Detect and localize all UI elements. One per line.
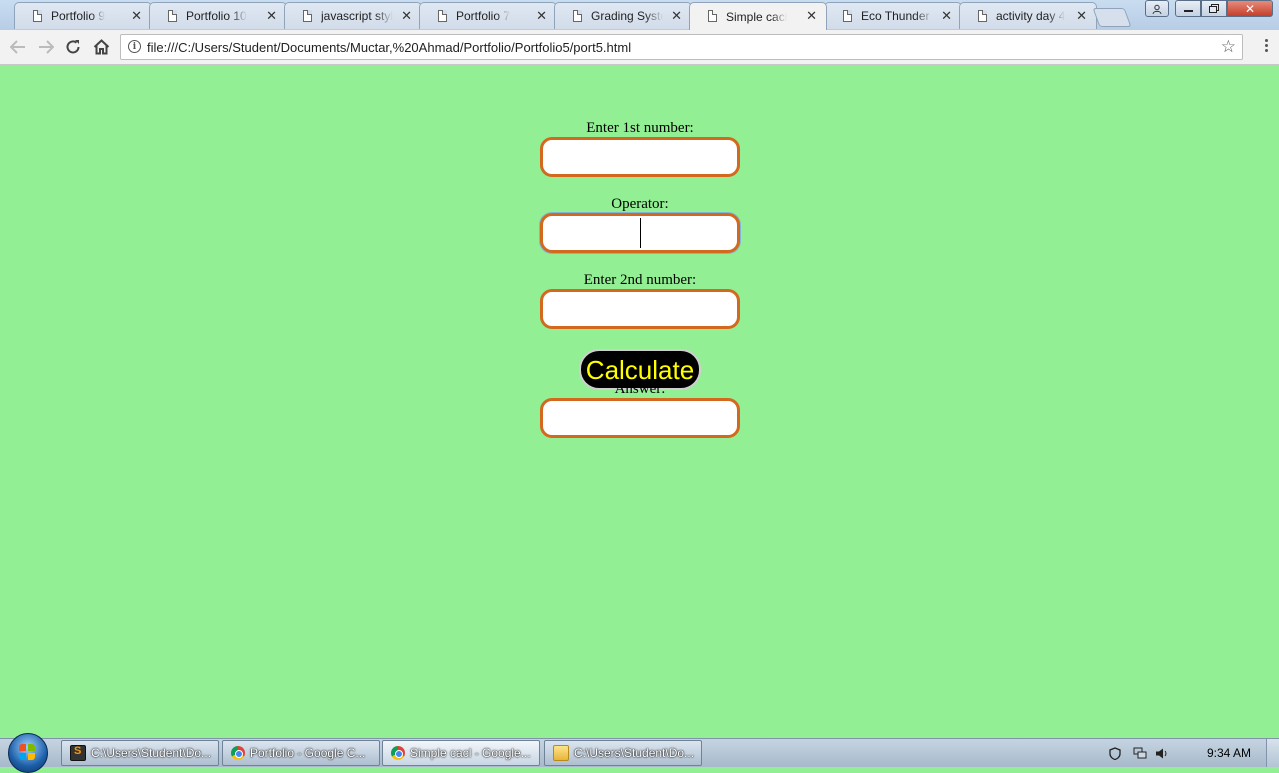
page-icon bbox=[978, 10, 987, 22]
taskbar-item-label: C:\Users\Student\Do... bbox=[91, 746, 212, 760]
page-content: Enter 1st number: Operator: Enter 2nd nu… bbox=[0, 65, 1279, 738]
tab-close-icon[interactable]: ✕ bbox=[401, 8, 412, 24]
page-icon bbox=[438, 10, 447, 22]
taskbar-item-explorer[interactable]: C:\Users\Student\Do... bbox=[544, 740, 702, 766]
tab-close-icon[interactable]: ✕ bbox=[131, 8, 142, 24]
page-icon bbox=[708, 10, 717, 22]
taskbar-item-chrome-portfolio[interactable]: Portfolio - Google C... bbox=[222, 740, 380, 766]
home-icon[interactable] bbox=[91, 38, 111, 56]
taskbar-item-sublime[interactable]: C:\Users\Student\Do... bbox=[61, 740, 219, 766]
tab-title: Portfolio 10 bbox=[186, 9, 247, 23]
tab-close-icon[interactable]: ✕ bbox=[671, 8, 682, 24]
new-tab-button[interactable] bbox=[1092, 8, 1132, 27]
tab-grading-system[interactable]: Grading System ✕ bbox=[554, 2, 692, 29]
second-number-label: Enter 2nd number: bbox=[583, 272, 697, 288]
tab-close-icon[interactable]: ✕ bbox=[266, 8, 277, 24]
browser-menu-icon[interactable] bbox=[1263, 39, 1269, 52]
page-icon bbox=[573, 10, 582, 22]
tab-title: Portfolio 9 bbox=[51, 9, 106, 23]
tab-close-icon[interactable]: ✕ bbox=[941, 8, 952, 24]
tab-title: Portfolio 7 bbox=[456, 9, 511, 23]
address-bar[interactable]: i file:///C:/Users/Student/Documents/Muc… bbox=[120, 34, 1243, 60]
shield-icon[interactable] bbox=[1109, 747, 1121, 761]
tab-title: Eco Thunder F bbox=[861, 9, 933, 23]
browser-titlebar: Portfolio 9 ✕ Portfolio 10 ✕ javascript … bbox=[0, 0, 1279, 30]
bookmark-star-icon[interactable]: ☆ bbox=[1221, 37, 1236, 57]
tab-portfolio-10[interactable]: Portfolio 10 ✕ bbox=[149, 2, 287, 29]
tab-close-icon[interactable]: ✕ bbox=[536, 8, 547, 24]
back-arrow-icon[interactable] bbox=[8, 38, 28, 56]
profile-icon[interactable] bbox=[1145, 0, 1169, 17]
tab-close-icon[interactable]: ✕ bbox=[806, 8, 817, 24]
taskbar-clock[interactable]: 9:34 AM bbox=[1207, 746, 1251, 760]
second-number-input[interactable] bbox=[540, 289, 740, 329]
reload-icon[interactable] bbox=[63, 38, 83, 56]
tab-portfolio-7[interactable]: Portfolio 7 ✕ bbox=[419, 2, 557, 29]
system-tray: 9:34 AM bbox=[1109, 739, 1279, 768]
window-close-button[interactable]: ✕ bbox=[1227, 0, 1273, 17]
calculator-form: Enter 1st number: Operator: Enter 2nd nu… bbox=[540, 120, 740, 438]
tab-simple-cacl[interactable]: Simple cacl ✕ bbox=[689, 2, 827, 30]
forward-arrow-icon[interactable] bbox=[36, 38, 56, 56]
tab-close-icon[interactable]: ✕ bbox=[1076, 8, 1087, 24]
page-icon bbox=[33, 10, 42, 22]
tab-activity-day-4[interactable]: activity day 4 ✕ bbox=[959, 2, 1097, 29]
taskbar-item-label: Portfolio - Google C... bbox=[250, 746, 366, 760]
sublime-icon bbox=[70, 745, 86, 761]
page-icon bbox=[168, 10, 177, 22]
answer-output[interactable] bbox=[540, 398, 740, 438]
tab-eco-thunder[interactable]: Eco Thunder F ✕ bbox=[824, 2, 962, 29]
minimize-button[interactable] bbox=[1175, 0, 1201, 17]
tab-title: activity day 4 bbox=[996, 9, 1066, 23]
tab-title: Grading System bbox=[591, 9, 663, 23]
folder-icon bbox=[553, 745, 569, 761]
tab-portfolio-9[interactable]: Portfolio 9 ✕ bbox=[14, 2, 152, 29]
network-icon[interactable] bbox=[1133, 747, 1147, 759]
url-text: file:///C:/Users/Student/Documents/Mucta… bbox=[147, 40, 632, 55]
info-icon[interactable]: i bbox=[128, 40, 141, 53]
show-desktop-button[interactable] bbox=[1266, 739, 1279, 767]
tab-title: javascript style bbox=[321, 9, 393, 23]
browser-toolbar: i file:///C:/Users/Student/Documents/Muc… bbox=[0, 30, 1279, 65]
answer-label: Answer: bbox=[614, 381, 666, 397]
window-controls: ✕ bbox=[1145, 0, 1273, 18]
tab-javascript-style[interactable]: javascript style ✕ bbox=[284, 2, 422, 29]
operator-label: Operator: bbox=[611, 196, 669, 212]
page-icon bbox=[843, 10, 852, 22]
taskbar-item-label: C:\Users\Student\Do... bbox=[574, 746, 695, 760]
first-number-label: Enter 1st number: bbox=[586, 120, 694, 136]
page-icon bbox=[303, 10, 312, 22]
tab-title: Simple cacl bbox=[726, 9, 788, 24]
restore-button[interactable] bbox=[1201, 0, 1227, 17]
first-number-input[interactable] bbox=[540, 137, 740, 177]
operator-input[interactable] bbox=[540, 213, 740, 253]
chrome-icon bbox=[231, 746, 245, 760]
chrome-icon bbox=[391, 746, 405, 760]
taskbar-item-chrome-simple-cacl[interactable]: Simple cacl - Google... bbox=[382, 740, 540, 766]
taskbar-item-label: Simple cacl - Google... bbox=[410, 746, 531, 760]
start-button-icon[interactable] bbox=[8, 733, 48, 773]
windows-taskbar: C:\Users\Student\Do... Portfolio - Googl… bbox=[0, 733, 1279, 773]
volume-icon[interactable] bbox=[1155, 747, 1167, 759]
